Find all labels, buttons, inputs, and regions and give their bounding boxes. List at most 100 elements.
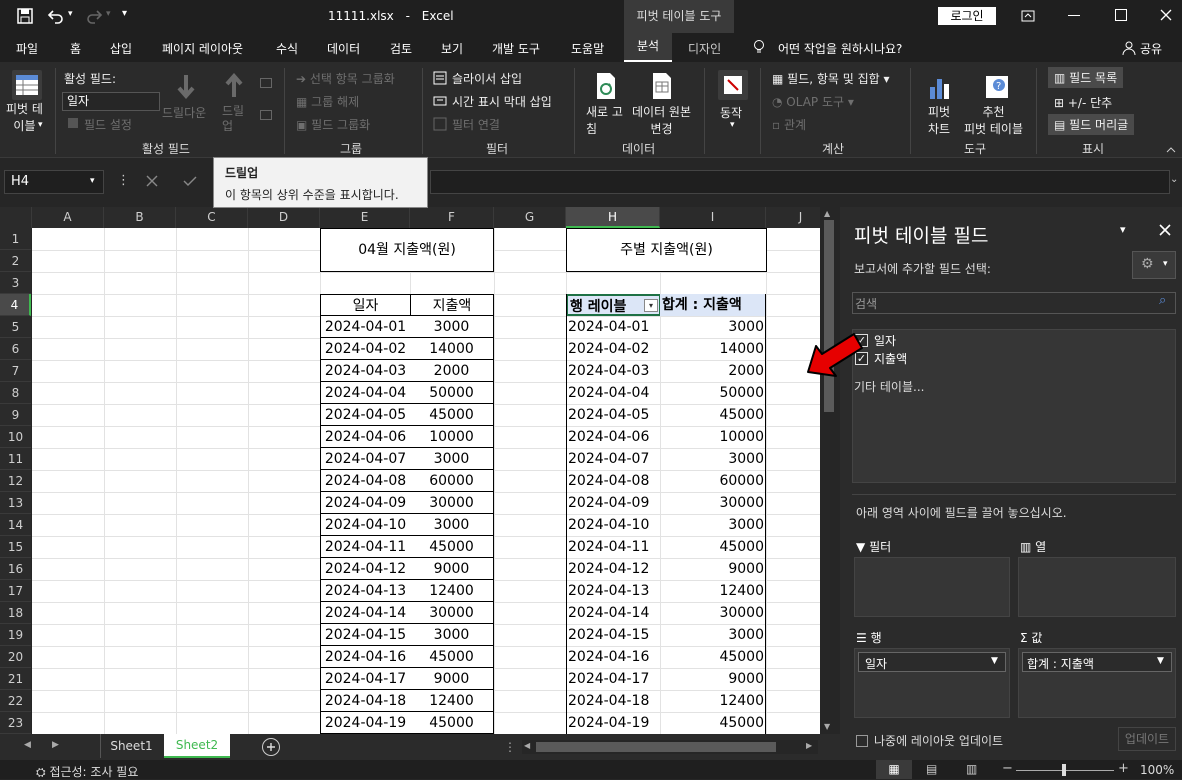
- pivot-cell-date[interactable]: 2024-04-19: [568, 712, 660, 734]
- row-header-3[interactable]: 3: [0, 272, 31, 294]
- next-sheet-arrow[interactable]: ▶: [52, 740, 59, 750]
- customize-qat-icon[interactable]: ▾: [122, 8, 127, 19]
- buttons-toggle[interactable]: ⊞ +/- 단추: [1048, 92, 1118, 113]
- actions-button[interactable]: 동작: [720, 104, 742, 121]
- pivot-cell-date[interactable]: 2024-04-18: [568, 690, 660, 712]
- scroll-down-arrow[interactable]: ▼: [824, 722, 830, 731]
- row-header-8[interactable]: 8: [0, 382, 31, 404]
- name-box-dropdown-icon[interactable]: ▾: [90, 176, 95, 186]
- formula-options-icon[interactable]: ⋮: [117, 173, 130, 188]
- defer-update-checkbox[interactable]: [856, 735, 868, 747]
- tab-formulas[interactable]: 수식: [276, 40, 298, 57]
- pivot-cell-date[interactable]: 2024-04-02: [568, 338, 660, 360]
- field-search-input[interactable]: 검색 ⌕: [852, 292, 1176, 314]
- column-header-e[interactable]: E: [320, 207, 410, 228]
- tab-file[interactable]: 파일: [16, 40, 38, 57]
- pivot-cell-date[interactable]: 2024-04-08: [568, 470, 660, 492]
- pivot-cell-date[interactable]: 2024-04-01: [568, 316, 660, 338]
- column-header-f[interactable]: F: [410, 207, 494, 228]
- row-header-16[interactable]: 16: [0, 558, 31, 580]
- tell-me-input[interactable]: 어떤 작업을 원하시나요?: [778, 40, 902, 57]
- tab-design[interactable]: 디자인: [688, 40, 721, 57]
- actions-dropdown-icon[interactable]: ▾: [730, 120, 735, 130]
- row-header-15[interactable]: 15: [0, 536, 31, 558]
- column-header-c[interactable]: C: [176, 207, 248, 228]
- row-header-9[interactable]: 9: [0, 404, 31, 426]
- pivot-cell-date[interactable]: 2024-04-04: [568, 382, 660, 404]
- pivot-cell-date[interactable]: 2024-04-09: [568, 492, 660, 514]
- pivot-cell-date[interactable]: 2024-04-17: [568, 668, 660, 690]
- scroll-up-arrow[interactable]: ▲: [824, 209, 830, 218]
- refresh-button[interactable]: 새로 고 침: [586, 104, 623, 138]
- formula-input[interactable]: [430, 170, 1170, 194]
- row-header-6[interactable]: 6: [0, 338, 31, 360]
- pivot-cell-date[interactable]: 2024-04-15: [568, 624, 660, 646]
- rows-field-chip[interactable]: 일자 ▼: [858, 652, 1006, 672]
- tab-data[interactable]: 데이터: [327, 40, 360, 57]
- columns-drop-zone[interactable]: [1018, 557, 1176, 617]
- active-field-input[interactable]: 일자: [62, 92, 160, 111]
- row-header-2[interactable]: 2: [0, 250, 31, 272]
- tab-sheet2[interactable]: Sheet2: [164, 734, 230, 758]
- row-header-22[interactable]: 22: [0, 690, 31, 712]
- pivot-cell-date[interactable]: 2024-04-16: [568, 646, 660, 668]
- column-header-d[interactable]: D: [248, 207, 320, 228]
- close-icon[interactable]: [1158, 7, 1174, 23]
- collapse-ribbon-icon[interactable]: [1164, 144, 1178, 156]
- zoom-in-icon[interactable]: +: [1118, 761, 1129, 776]
- h-scroll-right[interactable]: ▶: [806, 741, 812, 750]
- undo-icon[interactable]: [46, 7, 66, 25]
- column-header-i[interactable]: I: [660, 207, 766, 228]
- minimize-icon[interactable]: [1068, 15, 1080, 16]
- column-header-h[interactable]: H: [566, 207, 660, 228]
- zoom-out-icon[interactable]: −: [1002, 761, 1013, 776]
- pivot-cell-date[interactable]: 2024-04-13: [568, 580, 660, 602]
- undo-dropdown-icon[interactable]: ▾: [68, 9, 73, 19]
- column-header-j[interactable]: J: [766, 207, 820, 228]
- layout-settings-button[interactable]: ⚙ ▾: [1132, 251, 1176, 279]
- login-button[interactable]: 로그인: [938, 7, 996, 25]
- filter-dropdown-icon[interactable]: ▾: [644, 299, 658, 312]
- field-list-button[interactable]: ▥ 필드 목록: [1048, 67, 1124, 88]
- tab-help[interactable]: 도움말: [571, 40, 604, 57]
- page-break-view-icon[interactable]: ▥: [966, 762, 977, 776]
- pivot-cell-date[interactable]: 2024-04-07: [568, 448, 660, 470]
- row-header-12[interactable]: 12: [0, 470, 31, 492]
- row-header-17[interactable]: 17: [0, 580, 31, 602]
- change-source-button[interactable]: 데이터 원본 변경: [632, 104, 691, 138]
- pivot-cell-date[interactable]: 2024-04-10: [568, 514, 660, 536]
- row-header-19[interactable]: 19: [0, 624, 31, 646]
- page-layout-view-icon[interactable]: ▤: [926, 762, 937, 776]
- tab-insert[interactable]: 삽입: [110, 40, 132, 57]
- name-box[interactable]: H4: [4, 170, 104, 194]
- pivot-cell-date[interactable]: 2024-04-14: [568, 602, 660, 624]
- pivot-table-dropdown-icon[interactable]: ▾: [38, 120, 43, 130]
- pivot-cell-date[interactable]: 2024-04-03: [568, 360, 660, 382]
- pivot-chart-icon[interactable]: [926, 72, 956, 102]
- values-field-chip[interactable]: 합계 : 지출액 ▼: [1022, 652, 1172, 672]
- share-button[interactable]: 공유: [1140, 40, 1162, 57]
- recommended-pivot-button[interactable]: 추천 피벗 테이블: [964, 104, 1023, 138]
- accessibility-status[interactable]: ⛭ 접근성: 조사 필요: [36, 763, 138, 780]
- pivot-cell-date[interactable]: 2024-04-12: [568, 558, 660, 580]
- pane-options-dropdown-icon[interactable]: ▾: [1120, 223, 1126, 236]
- row-header-4[interactable]: 4: [0, 294, 31, 316]
- maximize-icon[interactable]: [1115, 9, 1127, 21]
- save-icon[interactable]: [16, 7, 34, 25]
- row-header-7[interactable]: 7: [0, 360, 31, 382]
- tab-developer[interactable]: 개발 도구: [492, 40, 540, 57]
- row-header-1[interactable]: 1: [0, 228, 31, 250]
- horizontal-scroll-thumb[interactable]: [536, 742, 776, 752]
- pivot-cell-date[interactable]: 2024-04-06: [568, 426, 660, 448]
- actions-icon[interactable]: [718, 70, 748, 100]
- tab-split-handle[interactable]: ⋮: [504, 740, 516, 754]
- sheet-cells[interactable]: 04월 지출액(원) 주별 지출액(원) 일자 지출액 행 레이블 ▾ 합계 : 지출액 20…: [32, 228, 820, 734]
- tab-analyze[interactable]: 분석: [624, 33, 672, 62]
- column-header-g[interactable]: G: [494, 207, 566, 228]
- row-header-13[interactable]: 13: [0, 492, 31, 514]
- tab-home[interactable]: 홈: [70, 40, 81, 57]
- tab-review[interactable]: 검토: [390, 40, 412, 57]
- recommended-pivot-icon[interactable]: ?: [982, 72, 1012, 102]
- normal-view-icon[interactable]: ▦: [876, 760, 912, 779]
- row-header-14[interactable]: 14: [0, 514, 31, 536]
